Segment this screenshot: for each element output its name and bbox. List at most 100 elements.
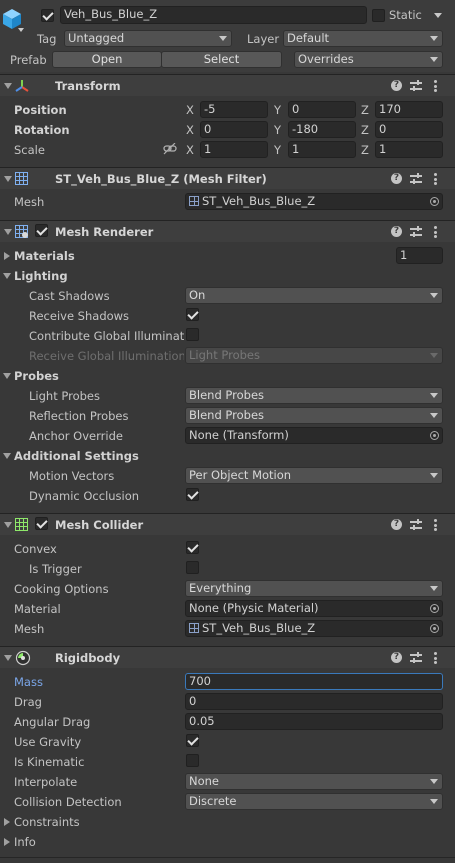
angular-drag-field[interactable]: 0.05 (185, 713, 443, 730)
chevron-down-icon (430, 293, 438, 298)
foldout-arrow-icon[interactable] (4, 655, 12, 661)
kebab-menu-icon[interactable] (434, 519, 437, 533)
use-gravity-checkbox[interactable] (186, 734, 199, 747)
position-z-label[interactable]: Z (361, 102, 369, 118)
cooking-options-dropdown[interactable]: Everything (185, 580, 443, 597)
object-picker-icon[interactable] (430, 604, 439, 613)
additional-settings-foldout-arrow[interactable] (3, 453, 11, 459)
info-label[interactable]: Info (14, 834, 36, 850)
object-picker-icon[interactable] (430, 624, 439, 633)
mesh-collider-enabled-checkbox[interactable] (35, 517, 48, 530)
object-picker-icon[interactable] (430, 431, 439, 440)
kebab-menu-icon[interactable] (434, 80, 437, 94)
chevron-down-icon (430, 799, 438, 804)
scale-x-label[interactable]: X (186, 142, 194, 158)
mesh-icon (189, 623, 199, 633)
dynamic-occlusion-label: Dynamic Occlusion (29, 489, 140, 503)
convex-checkbox[interactable] (186, 541, 199, 554)
light-probes-dropdown[interactable]: Blend Probes (185, 387, 443, 404)
rotation-z-label[interactable]: Z (361, 122, 369, 138)
rotation-z-field[interactable]: 0 (375, 121, 443, 138)
gameobject-name-field[interactable]: Veh_Bus_Blue_Z (60, 6, 367, 24)
gameobject-active-checkbox[interactable] (41, 9, 54, 22)
scale-z-field[interactable]: 1 (375, 141, 443, 158)
scale-y-field[interactable]: 1 (288, 141, 356, 158)
prefab-select-button[interactable]: Select (161, 51, 282, 68)
position-y-field[interactable]: 0 (288, 101, 356, 118)
contribute-gi-checkbox[interactable] (186, 328, 199, 341)
kebab-menu-icon[interactable] (434, 226, 437, 240)
motion-vectors-dropdown[interactable]: Per Object Motion (185, 467, 443, 484)
kebab-menu-icon[interactable] (434, 652, 437, 666)
prefab-open-button[interactable]: Open (52, 51, 162, 68)
reflection-probes-dropdown[interactable]: Blend Probes (185, 407, 443, 424)
foldout-arrow-icon[interactable] (4, 229, 12, 235)
materials-foldout-arrow[interactable] (4, 252, 10, 260)
materials-count-field[interactable]: 1 (396, 247, 443, 264)
info-foldout-arrow[interactable] (4, 838, 10, 846)
position-y-label[interactable]: Y (274, 102, 281, 118)
mesh-collider-header[interactable]: Mesh Collider ? (0, 513, 455, 535)
presets-icon[interactable] (410, 226, 422, 238)
probes-foldout-arrow[interactable] (3, 373, 11, 379)
mesh-filter-mesh-field[interactable]: ST_Veh_Bus_Blue_Z (185, 193, 443, 210)
collision-detection-dropdown[interactable]: Discrete (185, 793, 443, 810)
collider-mesh-field[interactable]: ST_Veh_Bus_Blue_Z (185, 620, 443, 637)
rotation-x-field[interactable]: 0 (200, 121, 268, 138)
dynamic-occlusion-checkbox[interactable] (186, 488, 199, 501)
transform-header[interactable]: Transform ? (0, 74, 455, 96)
chevron-down-icon (430, 473, 438, 478)
scale-y-label[interactable]: Y (274, 142, 281, 158)
is-kinematic-checkbox[interactable] (186, 754, 199, 767)
lighting-foldout-arrow[interactable] (3, 273, 11, 279)
presets-icon[interactable] (410, 80, 422, 92)
tag-dropdown[interactable]: Untagged (64, 30, 232, 47)
materials-label[interactable]: Materials (14, 248, 75, 264)
probes-label[interactable]: Probes (14, 368, 59, 384)
transform-title: Transform (55, 79, 121, 93)
collider-material-field[interactable]: None (Physic Material) (185, 600, 443, 617)
help-icon[interactable]: ? (391, 80, 402, 91)
position-z-field[interactable]: 170 (375, 101, 443, 118)
kebab-menu-icon[interactable] (434, 173, 437, 187)
drag-field[interactable]: 0 (185, 693, 443, 710)
foldout-arrow-icon[interactable] (4, 522, 12, 528)
rotation-x-label[interactable]: X (186, 122, 194, 138)
mass-field[interactable]: 700 (185, 673, 443, 690)
scale-x-field[interactable]: 1 (200, 141, 268, 158)
scale-z-label[interactable]: Z (361, 142, 369, 158)
static-checkbox[interactable] (372, 9, 385, 22)
lighting-label[interactable]: Lighting (14, 268, 68, 284)
help-icon[interactable]: ? (391, 226, 402, 237)
static-dropdown-caret[interactable] (434, 13, 442, 18)
rotation-y-field[interactable]: -180 (288, 121, 356, 138)
additional-settings-label[interactable]: Additional Settings (14, 448, 139, 464)
mesh-renderer-enabled-checkbox[interactable] (35, 224, 48, 237)
foldout-arrow-icon[interactable] (4, 83, 12, 89)
position-x-field[interactable]: -5 (200, 101, 268, 118)
position-x-label[interactable]: X (186, 102, 194, 118)
mesh-filter-header[interactable]: ST_Veh_Bus_Blue_Z (Mesh Filter) ? (0, 167, 455, 189)
rotation-y-label[interactable]: Y (274, 122, 281, 138)
anchor-override-field[interactable]: None (Transform) (185, 427, 443, 444)
cast-shadows-dropdown[interactable]: On (185, 287, 443, 304)
receive-shadows-checkbox[interactable] (186, 308, 199, 321)
help-icon[interactable]: ? (391, 519, 402, 530)
constraints-foldout-arrow[interactable] (4, 818, 10, 826)
constraints-label[interactable]: Constraints (14, 814, 80, 830)
presets-icon[interactable] (410, 173, 422, 185)
help-icon[interactable]: ? (391, 173, 402, 184)
interpolate-dropdown[interactable]: None (185, 773, 443, 790)
help-icon[interactable]: ? (391, 652, 402, 663)
constrain-proportions-icon[interactable] (163, 143, 177, 155)
anchor-override-label: Anchor Override (29, 429, 123, 443)
object-picker-icon[interactable] (430, 197, 439, 206)
layer-dropdown[interactable]: Default (283, 30, 443, 47)
rigidbody-header[interactable]: Rigidbody ? (0, 646, 455, 668)
mesh-renderer-header[interactable]: Mesh Renderer ? (0, 220, 455, 242)
foldout-arrow-icon[interactable] (4, 176, 12, 182)
presets-icon[interactable] (410, 519, 422, 531)
presets-icon[interactable] (410, 652, 422, 664)
prefab-overrides-dropdown[interactable]: Overrides (294, 51, 443, 68)
is-trigger-checkbox[interactable] (186, 561, 199, 574)
